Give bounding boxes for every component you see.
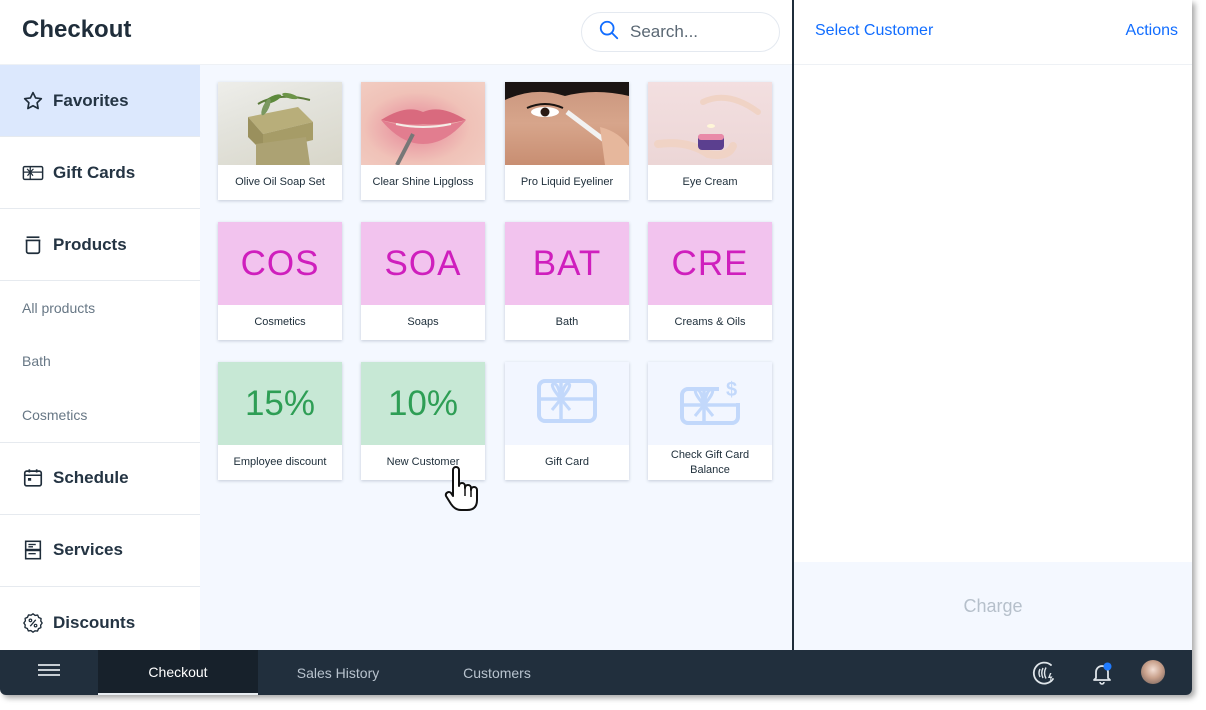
actions-link[interactable]: Actions [1126,22,1178,40]
tile-label: Olive Oil Soap Set [235,176,325,188]
page-title: Checkout [22,16,132,43]
tile-label: Soaps [407,316,439,328]
tab-sales-history[interactable]: Sales History [258,650,418,695]
category-tile-bath[interactable]: BAT Bath [505,222,629,340]
tile-label: Creams & Oils [674,316,746,328]
services-icon [22,539,44,561]
bottom-nav-bar: Checkout Sales History Customers [0,650,1192,695]
user-avatar[interactable] [1141,660,1165,684]
subcategory-all-products[interactable]: All products [0,281,200,335]
menu-icon [37,663,61,682]
select-customer-link[interactable]: Select Customer [815,22,933,40]
sidebar-item-label: Services [53,540,123,559]
pos-app: Checkout Favorites Gift Cards Products [0,0,1192,695]
discount-badge-icon [22,612,44,634]
discount-tile-employee[interactable]: 15% Employee discount [218,362,342,480]
search-icon [598,19,620,46]
category-code: BAT [532,243,602,283]
subcategory-bath[interactable]: Bath [0,335,200,389]
tile-label: Cosmetics [254,316,306,328]
category-tile-cosmetics[interactable]: COS Cosmetics [218,222,342,340]
gift-card-tile[interactable]: Gift Card [505,362,629,480]
category-tile-soaps[interactable]: SOA Soaps [361,222,485,340]
calendar-icon [22,467,44,489]
star-icon [22,90,44,112]
tile-label: Bath [555,316,579,328]
discount-value: 10% [387,383,459,423]
category-code: SOA [384,243,462,283]
subcategory-cosmetics[interactable]: Cosmetics [0,388,200,442]
tile-label: Clear Shine Lipgloss [372,176,474,188]
jar-icon [22,234,44,256]
products-subcategory-list: All products Bath Cosmetics [0,281,200,443]
tab-checkout[interactable]: Checkout [98,650,258,695]
tile-label: Check Gift Card Balance [670,448,750,476]
product-tile-eye-cream[interactable]: Eye Cream [648,82,772,200]
cart-header: Select Customer Actions [794,0,1192,65]
lipgloss-photo [361,82,485,165]
search-box[interactable] [581,12,780,52]
tile-label: Pro Liquid Eyeliner [520,176,614,188]
category-code: COS [240,243,320,283]
sidebar: Favorites Gift Cards Products All produc… [0,65,200,650]
search-input[interactable] [630,22,760,42]
favorites-grid: Olive Oil Soap Set Clear Shine Lipgloss [200,65,792,650]
svg-text:$: $ [726,379,737,401]
sidebar-item-favorites[interactable]: Favorites [0,65,200,137]
tile-label: Eye Cream [682,176,738,188]
tile-label: New Customer [386,456,460,468]
sidebar-item-label: Favorites [53,90,129,110]
sidebar-item-services[interactable]: Services [0,515,200,587]
charge-button[interactable]: Charge [794,562,1192,650]
sidebar-item-schedule[interactable]: Schedule [0,443,200,515]
gift-card-balance-icon: $ [679,377,741,430]
menu-button[interactable] [0,650,98,695]
notification-bell-icon[interactable] [1089,660,1115,686]
product-tile-clear-shine-lipgloss[interactable]: Clear Shine Lipgloss [361,82,485,200]
eyeliner-photo [505,82,629,165]
sidebar-item-discounts[interactable]: Discounts [0,587,200,659]
discount-tile-new-customer[interactable]: 10% New Customer [361,362,485,480]
category-code: CRE [671,243,749,283]
sidebar-item-label: Discounts [53,612,136,632]
discount-value: 15% [244,383,316,423]
cart-panel: Select Customer Actions Charge [794,0,1192,650]
product-tile-olive-oil-soap-set[interactable]: Olive Oil Soap Set [218,82,342,200]
gift-card-icon [536,378,598,429]
check-gift-card-balance-tile[interactable]: $ Check Gift Card Balance [648,362,772,480]
gift-card-icon [22,162,44,184]
tile-label: Gift Card [544,456,589,468]
product-tile-pro-liquid-eyeliner[interactable]: Pro Liquid Eyeliner [505,82,629,200]
tab-customers[interactable]: Customers [418,650,576,695]
category-tile-creams-oils[interactable]: CRE Creams & Oils [648,222,772,340]
sidebar-item-label: Products [53,234,127,254]
sidebar-item-products[interactable]: Products [0,209,200,281]
olive-oil-soap-photo [218,82,342,165]
checkout-header: Checkout [0,0,792,65]
contactless-payment-icon[interactable] [1031,660,1057,686]
sidebar-item-label: Gift Cards [53,162,136,182]
sidebar-item-label: Schedule [53,468,129,487]
sidebar-item-gift-cards[interactable]: Gift Cards [0,137,200,209]
eye-cream-photo [648,82,772,165]
tile-label: Employee discount [233,456,327,468]
